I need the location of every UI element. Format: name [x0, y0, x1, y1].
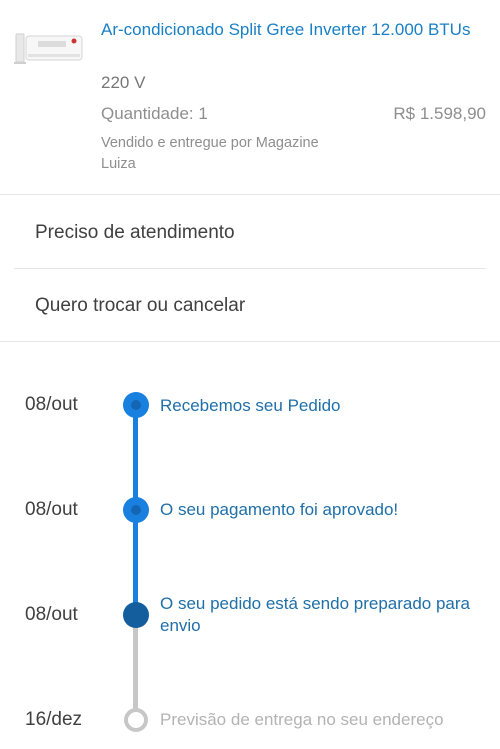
product-quantity: Quantidade: 1: [101, 104, 208, 123]
timeline-step-text: Recebemos seu Pedido: [160, 396, 341, 415]
pending-step-icon: [123, 708, 148, 732]
completed-step-icon: [122, 392, 149, 418]
timeline-step-date: 08/out: [25, 499, 78, 520]
product-title[interactable]: Ar-condicionado Split Gree Inverter 12.0…: [101, 19, 481, 41]
support-menu-item[interactable]: Preciso de atendimento: [0, 197, 500, 269]
exchange-cancel-menu-item[interactable]: Quero trocar ou cancelar: [0, 270, 500, 342]
timeline-step-text: O seu pedido está sendo preparado para e…: [160, 594, 471, 635]
support-label: Preciso de atendimento: [35, 222, 235, 243]
current-step-icon: [122, 602, 149, 628]
exchange-cancel-label: Quero trocar ou cancelar: [35, 295, 246, 316]
product-price: R$ 1.598,90: [393, 104, 486, 123]
timeline-step-text: O seu pagamento foi aprovado!: [160, 500, 399, 519]
product-seller: Vendido e entregue por Magazine Luiza: [101, 135, 319, 172]
product-voltage: 220 V: [101, 73, 146, 92]
timeline-step-date: 08/out: [25, 604, 78, 625]
completed-step-icon: [122, 497, 149, 523]
timeline-step-date: 16/dez: [25, 709, 83, 730]
timeline-line-pending: [133, 615, 138, 720]
order-item-card[interactable]: Ar-condicionado Split Gree Inverter 12.0…: [0, 0, 500, 195]
timeline-step-date: 08/out: [25, 394, 78, 415]
air-conditioner-image: [14, 28, 84, 70]
timeline-step-text: Previsão de entrega no seu endereço: [160, 710, 444, 729]
order-tracking-timeline: 08/out Recebemos seu Pedido 08/out O seu…: [0, 342, 500, 749]
